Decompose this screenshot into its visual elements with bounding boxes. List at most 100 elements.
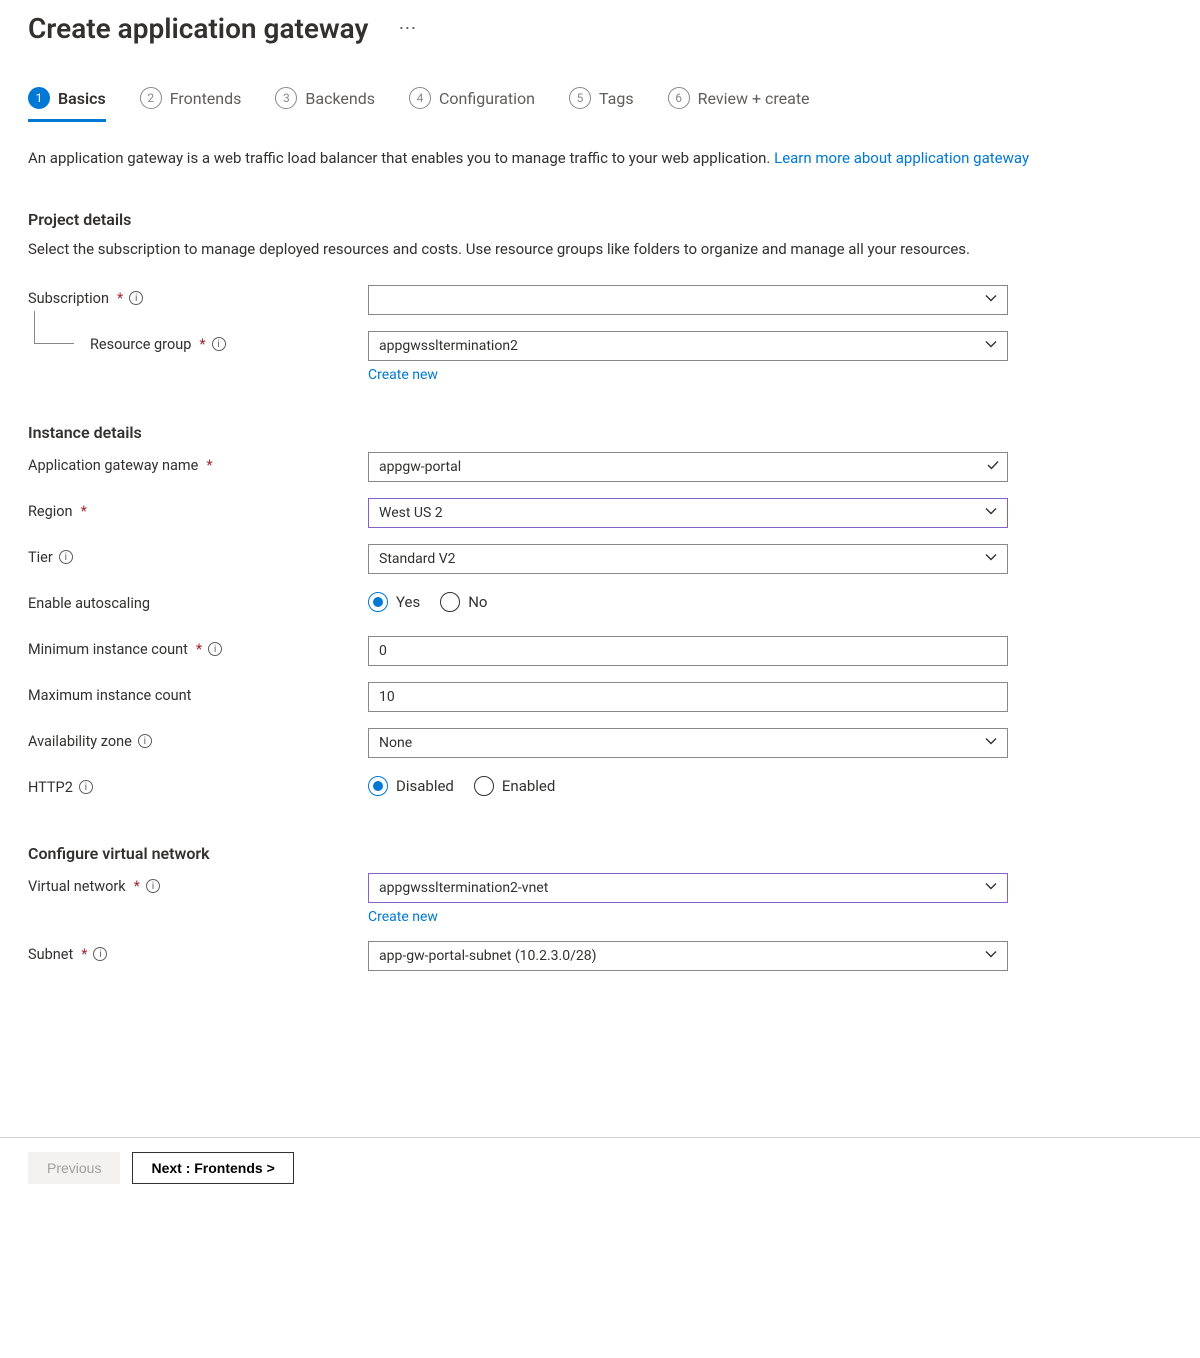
min-instance-count-value: 0 (379, 643, 387, 659)
tab-number: 6 (668, 87, 690, 109)
availability-zone-label: Availability zone i (28, 728, 368, 750)
subscription-label: Subscription * i (28, 285, 368, 307)
info-icon[interactable]: i (208, 642, 222, 656)
radio-icon (368, 592, 388, 612)
previous-button: Previous (28, 1152, 120, 1184)
tab-number: 2 (140, 87, 162, 109)
radio-label: No (468, 593, 487, 611)
info-icon[interactable]: i (212, 337, 226, 351)
radio-label: Disabled (396, 777, 454, 795)
chevron-down-icon (985, 948, 997, 964)
app-gateway-name-input[interactable]: appgw-portal (368, 452, 1008, 482)
subnet-select[interactable]: app-gw-portal-subnet (10.2.3.0/28) (368, 941, 1008, 971)
info-icon[interactable]: i (138, 734, 152, 748)
radio-icon (474, 776, 494, 796)
resource-group-select[interactable]: appgwssltermination2 (368, 331, 1008, 361)
enable-autoscaling-label: Enable autoscaling (28, 590, 368, 612)
max-instance-count-value: 10 (379, 689, 395, 705)
autoscaling-yes-radio[interactable]: Yes (368, 592, 420, 612)
label-text: HTTP2 (28, 779, 73, 796)
min-instance-count-label: Minimum instance count * i (28, 636, 368, 658)
tab-tags[interactable]: 5 Tags (569, 87, 634, 122)
chevron-down-icon (985, 735, 997, 751)
page-title: Create application gateway (28, 12, 368, 45)
tab-label: Backends (305, 89, 375, 108)
tab-basics[interactable]: 1 Basics (28, 87, 106, 122)
chevron-down-icon (985, 338, 997, 354)
label-text: Maximum instance count (28, 687, 191, 704)
info-icon[interactable]: i (59, 550, 73, 564)
resource-group-label: Resource group* i (28, 331, 368, 353)
app-gateway-name-label: Application gateway name * (28, 452, 368, 474)
tier-label: Tier i (28, 544, 368, 566)
instance-details-heading: Instance details (28, 423, 1172, 442)
required-star-icon: * (117, 290, 123, 307)
region-select[interactable]: West US 2 (368, 498, 1008, 528)
availability-zone-value: None (379, 735, 412, 751)
subnet-value: app-gw-portal-subnet (10.2.3.0/28) (379, 948, 596, 964)
label-text: Virtual network (28, 878, 126, 895)
label-text: Availability zone (28, 733, 132, 750)
tab-label: Frontends (170, 89, 242, 108)
availability-zone-select[interactable]: None (368, 728, 1008, 758)
tab-number: 5 (569, 87, 591, 109)
virtual-network-heading: Configure virtual network (28, 844, 1172, 863)
max-instance-count-label: Maximum instance count (28, 682, 368, 704)
label-text: Application gateway name (28, 457, 198, 474)
label-text: Minimum instance count (28, 641, 188, 658)
chevron-down-icon (985, 505, 997, 521)
resource-group-value: appgwssltermination2 (379, 338, 518, 354)
wizard-footer: Previous Next : Frontends > (0, 1137, 1200, 1198)
tab-label: Basics (58, 89, 106, 108)
tab-number: 3 (275, 87, 297, 109)
subscription-select[interactable] (368, 285, 1008, 315)
chevron-down-icon (985, 292, 997, 308)
create-new-vnet-link[interactable]: Create new (368, 909, 438, 925)
min-instance-count-input[interactable]: 0 (368, 636, 1008, 666)
radio-label: Enabled (502, 777, 555, 795)
region-value: West US 2 (379, 505, 443, 521)
http2-enabled-radio[interactable]: Enabled (474, 776, 555, 796)
more-actions-icon[interactable]: ⋯ (398, 18, 418, 39)
next-button[interactable]: Next : Frontends > (132, 1152, 293, 1184)
radio-label: Yes (396, 593, 420, 611)
tab-label: Configuration (439, 89, 535, 108)
label-text: Resource group (90, 336, 191, 353)
tab-configuration[interactable]: 4 Configuration (409, 87, 535, 122)
tab-number: 4 (409, 87, 431, 109)
label-text: Tier (28, 549, 53, 566)
required-star-icon: * (196, 641, 202, 658)
info-icon[interactable]: i (129, 291, 143, 305)
project-details-desc: Select the subscription to manage deploy… (28, 239, 1172, 261)
region-label: Region * (28, 498, 368, 520)
label-text: Region (28, 503, 73, 520)
required-star-icon: * (81, 503, 87, 520)
required-star-icon: * (134, 878, 140, 895)
required-star-icon: * (81, 946, 87, 963)
tab-label: Tags (599, 89, 634, 108)
virtual-network-select[interactable]: appgwssltermination2-vnet (368, 873, 1008, 903)
info-icon[interactable]: i (146, 879, 160, 893)
label-text: Subnet (28, 946, 73, 963)
subnet-label: Subnet * i (28, 941, 368, 963)
wizard-tabs: 1 Basics 2 Frontends 3 Backends 4 Config… (28, 87, 1172, 122)
learn-more-link[interactable]: Learn more about application gateway (774, 149, 1029, 167)
max-instance-count-input[interactable]: 10 (368, 682, 1008, 712)
info-icon[interactable]: i (79, 780, 93, 794)
tier-select[interactable]: Standard V2 (368, 544, 1008, 574)
create-new-resource-group-link[interactable]: Create new (368, 367, 438, 383)
tab-label: Review + create (698, 89, 810, 108)
info-icon[interactable]: i (93, 947, 107, 961)
tab-number: 1 (28, 87, 50, 109)
tier-value: Standard V2 (379, 551, 456, 567)
tab-frontends[interactable]: 2 Frontends (140, 87, 242, 122)
required-star-icon: * (206, 457, 212, 474)
tab-backends[interactable]: 3 Backends (275, 87, 375, 122)
intro-body: An application gateway is a web traffic … (28, 149, 774, 167)
app-gateway-name-value: appgw-portal (379, 459, 461, 475)
label-text: Subscription (28, 290, 109, 307)
http2-disabled-radio[interactable]: Disabled (368, 776, 454, 796)
autoscaling-no-radio[interactable]: No (440, 592, 487, 612)
virtual-network-value: appgwssltermination2-vnet (379, 880, 548, 896)
tab-review-create[interactable]: 6 Review + create (668, 87, 810, 122)
